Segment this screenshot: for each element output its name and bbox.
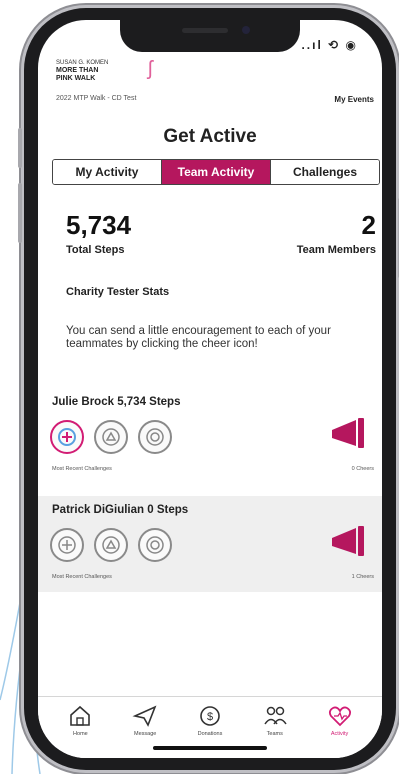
bottom-navigation: Home Message $ Donations Teams Activity	[38, 696, 382, 758]
cheer-megaphone-icon[interactable]	[330, 524, 370, 560]
challenge-badge-icon[interactable]	[138, 528, 172, 562]
brand-logo: SUSAN G. KOMEN MORE THAN PINK WALK ʃ	[56, 58, 176, 83]
most-recent-challenges-label: Most Recent Challenges	[52, 466, 112, 472]
cheer-megaphone-icon[interactable]	[330, 416, 370, 452]
pink-ribbon-icon: ʃ	[148, 58, 153, 80]
phone-side-button	[18, 128, 22, 168]
nav-label: Message	[134, 731, 157, 737]
challenge-badge-icon[interactable]	[50, 528, 84, 562]
phone-side-button	[18, 183, 22, 243]
people-icon	[264, 706, 287, 725]
challenge-badge-icon[interactable]	[94, 420, 128, 454]
tab-team-activity[interactable]: Team Activity	[162, 160, 271, 184]
nav-label: Home	[73, 731, 88, 737]
dollar-icon: $	[200, 706, 220, 726]
tab-my-activity[interactable]: My Activity	[53, 160, 162, 184]
status-bar-icons: ..ıl ⟲ ◉	[301, 38, 358, 52]
team-members-label: Team Members	[296, 244, 376, 256]
front-camera	[242, 26, 250, 34]
challenge-badge-icon[interactable]	[94, 528, 128, 562]
team-member-row: Julie Brock 5,734 Steps Most Recent Chal…	[38, 388, 382, 484]
phone-frame: ..ıl ⟲ ◉ SUSAN G. KOMEN MORE THAN PINK W…	[18, 8, 399, 770]
member-name-steps: Julie Brock 5,734 Steps	[52, 396, 181, 408]
svg-text:$: $	[207, 711, 213, 723]
cheer-count: 0 Cheers	[351, 466, 374, 472]
nav-label: Donations	[197, 731, 223, 737]
cheer-info-text: You can send a little encouragement to e…	[66, 325, 331, 350]
phone-screen: ..ıl ⟲ ◉ SUSAN G. KOMEN MORE THAN PINK W…	[38, 20, 382, 758]
challenge-badge-icon[interactable]	[138, 420, 172, 454]
cheer-count: 1 Cheers	[351, 574, 374, 580]
brand-line-1: MORE THAN	[56, 67, 99, 74]
team-stats-heading: Charity Tester Stats	[66, 286, 170, 298]
phone-notch	[120, 20, 300, 52]
most-recent-challenges-label: Most Recent Challenges	[52, 574, 112, 580]
heart-icon	[328, 706, 351, 727]
nav-activity[interactable]: Activity	[312, 703, 368, 758]
challenge-badge-icon[interactable]	[50, 420, 84, 454]
brand-subtitle: SUSAN G. KOMEN	[56, 60, 109, 66]
home-indicator[interactable]	[153, 746, 267, 750]
activity-tabs: My Activity Team Activity Challenges	[52, 159, 380, 185]
team-members-value: 2	[361, 210, 376, 240]
nav-label: Activity	[330, 731, 349, 737]
page-title: Get Active	[163, 126, 257, 147]
brand-line-2: PINK WALK	[56, 75, 96, 82]
nav-label: Teams	[266, 731, 283, 737]
member-name-steps: Patrick DiGiulian 0 Steps	[52, 504, 189, 516]
home-icon	[70, 705, 91, 726]
send-icon	[132, 705, 157, 727]
tab-challenges[interactable]: Challenges	[271, 160, 379, 184]
total-steps-value: 5,734	[66, 210, 132, 240]
nav-home[interactable]: Home	[52, 703, 108, 758]
team-member-row: Patrick DiGiulian 0 Steps Most Recent Ch…	[38, 496, 382, 592]
earpiece-speaker	[182, 28, 228, 33]
total-steps-label: Total Steps	[66, 244, 125, 256]
my-events-link[interactable]: My Events	[334, 95, 374, 104]
event-name: 2022 MTP Walk - CD Test	[56, 95, 137, 102]
